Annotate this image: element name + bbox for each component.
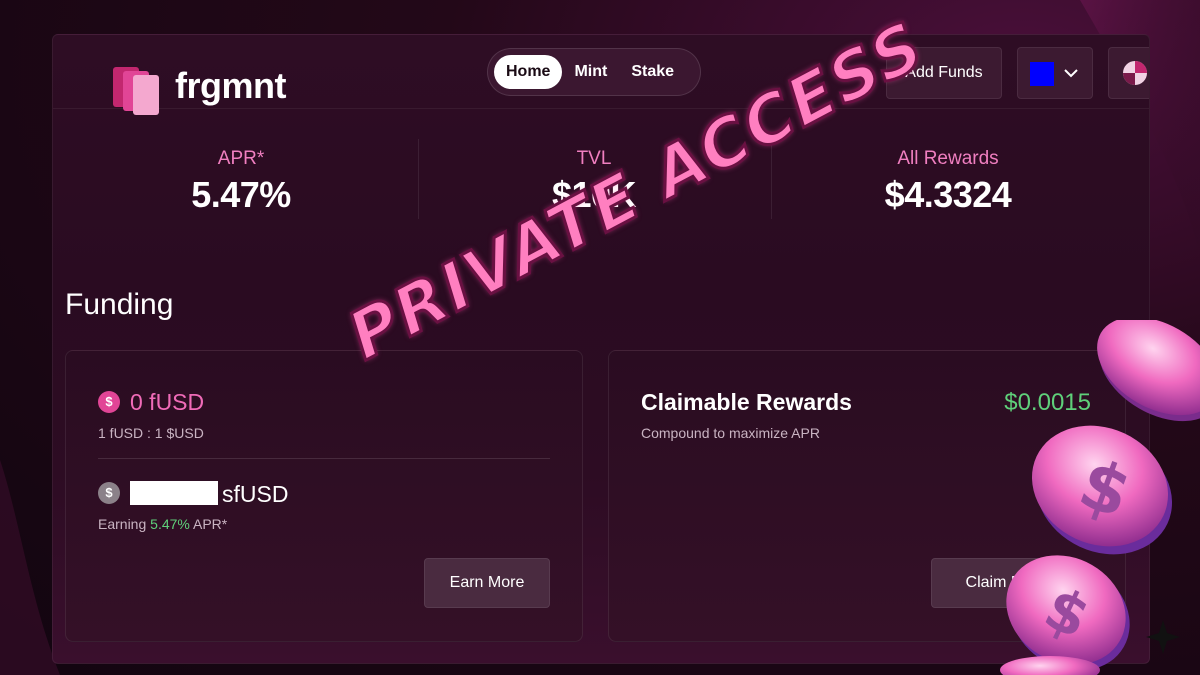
wallet-avatar [1030,62,1054,86]
dollar-coin-icon: $ [98,482,120,504]
earn-more-button[interactable]: Earn More [424,558,550,608]
stat-label: APR* [217,148,265,169]
earning-apr-text: Earning 5.47% APR* [98,516,227,532]
funding-card: $ 0 fUSD 1 fUSD : 1 $USD $ sfUSD Earning… [65,350,583,642]
rewards-subtitle: Compound to maximize APR [641,425,820,441]
wallet-selector[interactable] [1017,47,1093,99]
claimable-rewards-amount: $0.0015 [1004,389,1091,416]
stat-label: All Rewards [897,148,999,169]
stat-divider [418,139,419,219]
rewards-card: Claimable Rewards $0.0015 Compound to ma… [608,350,1126,642]
earning-prefix: Earning [98,516,151,532]
chevron-down-icon [1064,69,1078,78]
sfusd-unit: sfUSD [222,481,289,507]
fusd-rate: 1 fUSD : 1 $USD [98,425,204,441]
stat-all-rewards: All Rewards $4.3324 [798,148,1098,216]
profile-button[interactable] [1108,47,1149,99]
claimable-rewards-title: Claimable Rewards [641,389,852,415]
stat-value: $4.3324 [884,174,1012,215]
brand-name: frgmnt [175,65,286,106]
main-nav: Home Mint Stake [487,48,701,96]
redacted-balance [130,481,218,505]
stat-apr: APR* 5.47% [91,148,391,216]
sparkle-icon [1146,620,1180,654]
claim-rewards-button[interactable]: Claim R [931,558,1057,608]
profile-avatar-icon [1123,61,1147,85]
dollar-coin-icon: $ [98,391,120,413]
app-window: frgmnt Home Mint Stake Add Funds APR* 5.… [52,34,1150,664]
funding-title: Funding [65,288,174,321]
nav-home-tab[interactable]: Home [494,55,563,89]
top-bar: frgmnt Home Mint Stake Add Funds [53,35,1149,115]
fusd-balance: 0 fUSD [130,389,205,415]
nav-mint-tab[interactable]: Mint [562,55,619,89]
brand-logo[interactable]: frgmnt [111,57,286,115]
earning-suffix: APR* [189,516,228,532]
frgmnt-logo-icon [111,57,163,115]
stat-value: 5.47% [191,174,291,215]
divider [98,458,550,459]
nav-stake-tab[interactable]: Stake [619,55,686,89]
earning-apr-value: 5.47% [150,516,190,532]
